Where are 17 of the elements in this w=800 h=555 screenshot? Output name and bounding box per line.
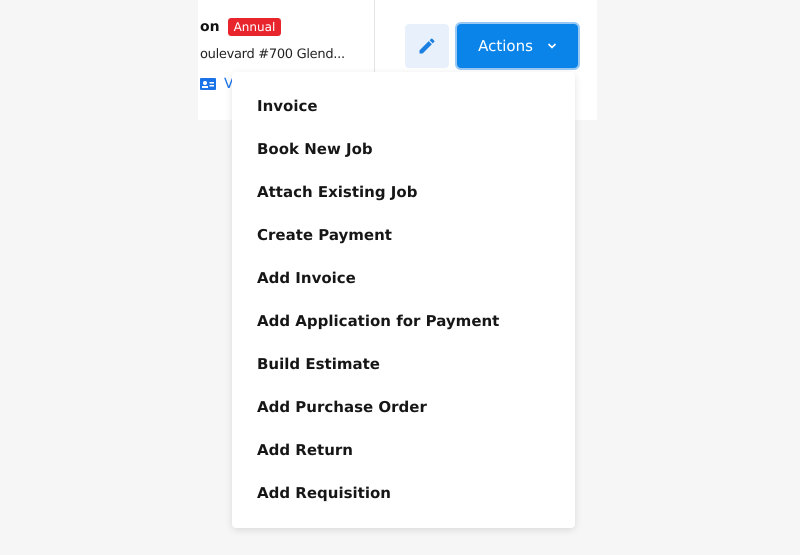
menu-item[interactable]: Build Estimate — [232, 343, 575, 386]
customer-name: on — [200, 19, 220, 35]
menu-item[interactable]: Add Purchase Order — [232, 386, 575, 429]
annual-badge: Annual — [228, 18, 282, 36]
menu-item[interactable]: Create Payment — [232, 214, 575, 257]
pencil-icon — [417, 36, 437, 56]
menu-item[interactable]: Book New Job — [232, 128, 575, 171]
menu-item[interactable]: Add Return — [232, 429, 575, 472]
address-text: oulevard #700 Glend... — [200, 47, 346, 62]
menu-item[interactable]: Attach Existing Job — [232, 171, 575, 214]
actions-button[interactable]: Actions — [457, 24, 578, 68]
menu-item[interactable]: Add Application for Payment — [232, 300, 575, 343]
menu-item[interactable]: Add Requisition — [232, 472, 575, 515]
menu-item[interactable]: Invoice — [232, 85, 575, 128]
edit-button[interactable] — [405, 24, 449, 68]
chevron-down-icon — [546, 43, 557, 49]
menu-item[interactable]: Add Invoice — [232, 257, 575, 300]
